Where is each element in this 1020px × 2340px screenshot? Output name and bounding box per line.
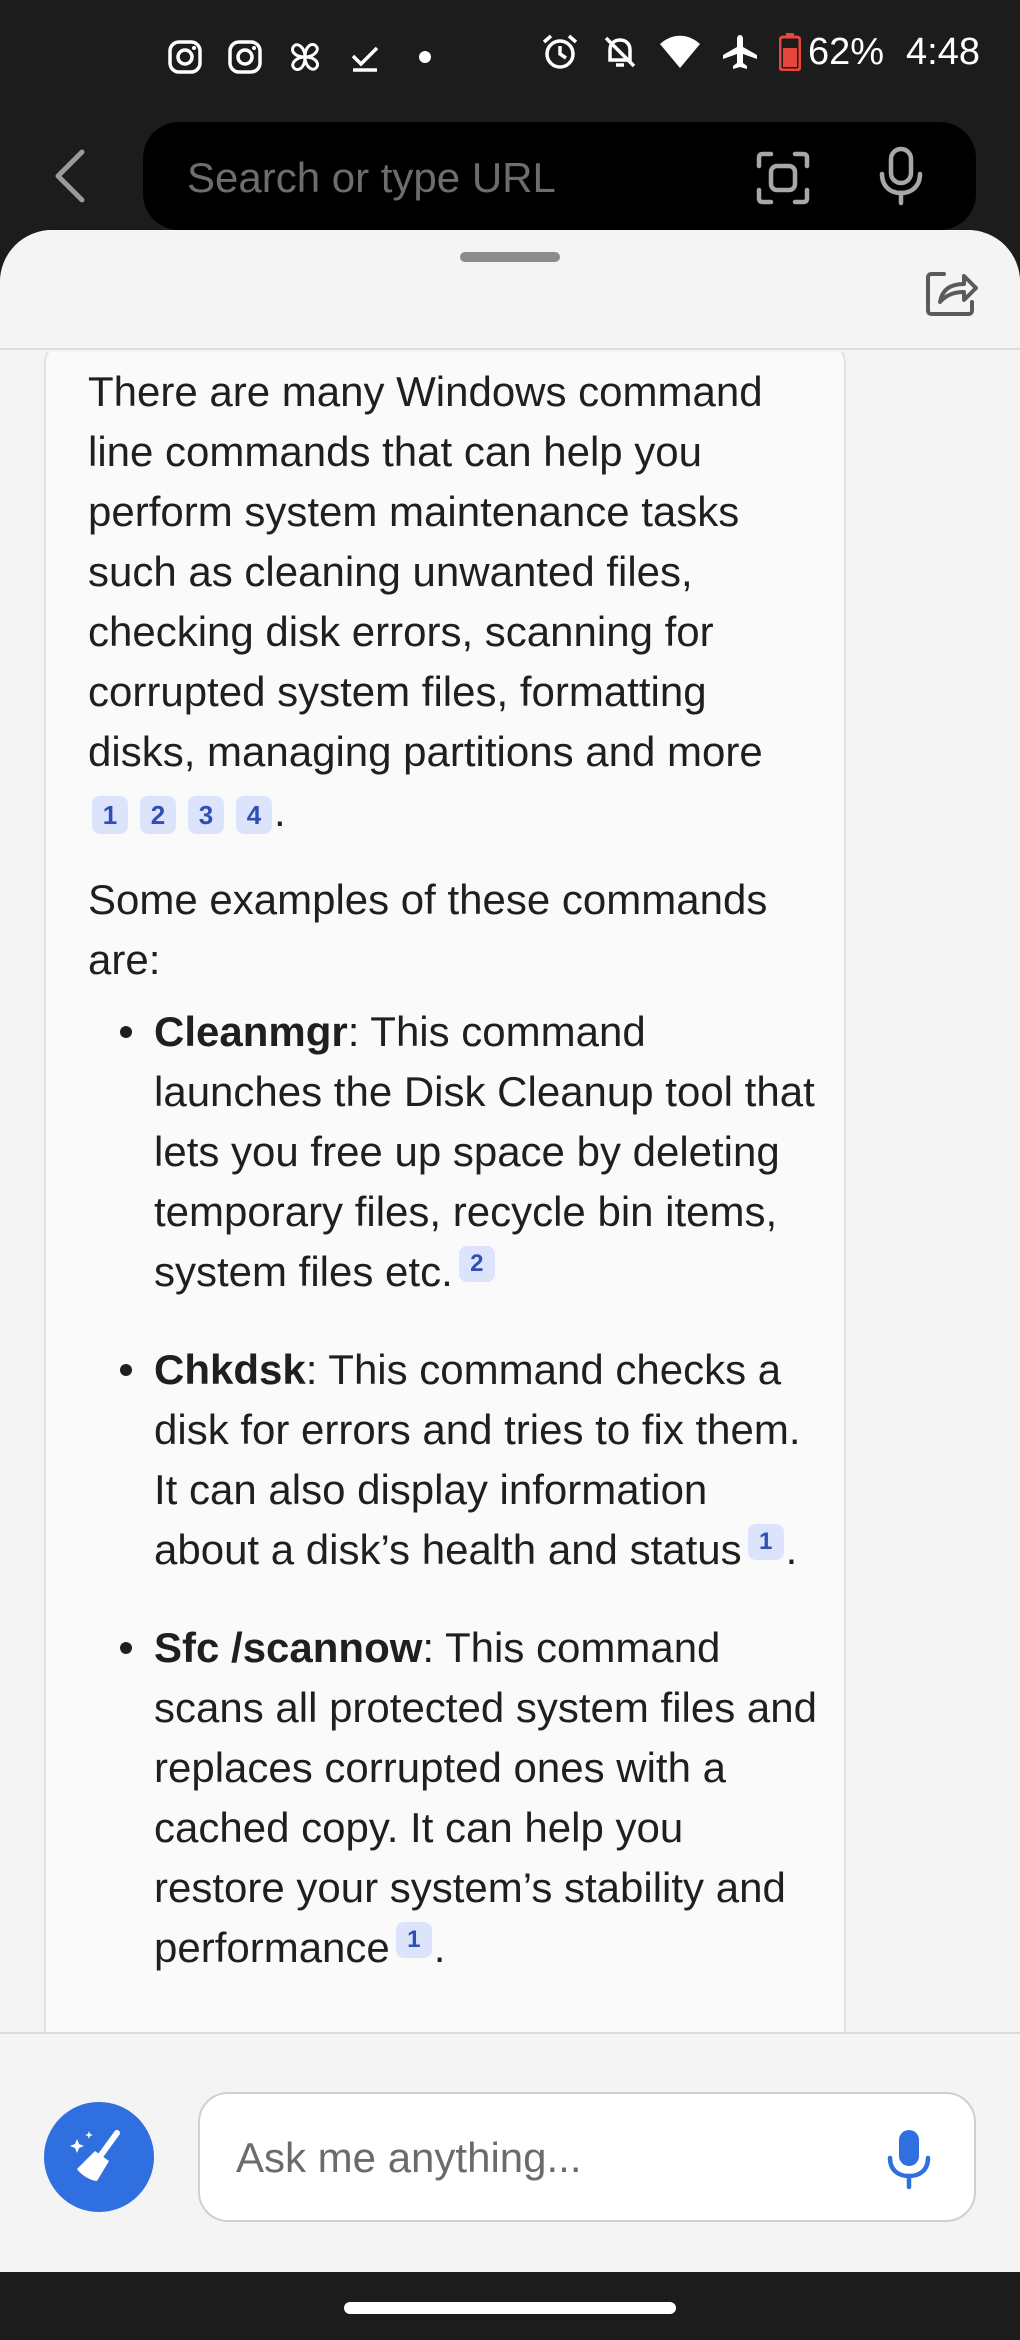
airplane-icon [718,30,762,74]
citation-badge[interactable]: 2 [458,1246,495,1282]
system-icons: 62% 4:48 [538,30,980,74]
chat-scroll-area[interactable]: There are many Windows command line comm… [0,352,1020,2262]
command-name: Cleanmgr [154,1008,348,1055]
alarm-icon [538,30,582,74]
intro-paragraph: There are many Windows command line comm… [88,362,818,842]
pinwheel-icon [284,36,326,78]
microphone-icon[interactable] [884,2128,934,2190]
checkmark-icon [344,36,386,78]
intro-text: There are many Windows command line comm… [88,368,763,775]
chevron-left-icon [55,149,85,203]
examples-heading: Some examples of these commands are: [88,876,768,983]
chat-input-bar: Ask me anything... [0,2032,1020,2272]
period: . [274,788,286,835]
response-body: There are many Windows command line comm… [88,362,818,2016]
instagram-icon [164,36,206,78]
period: . [785,1526,798,1573]
scan-icon[interactable] [755,150,811,206]
broom-icon [70,2130,120,2181]
wifi-icon [658,30,702,74]
status-bar: 62% 4:48 [0,0,1020,118]
new-topic-button[interactable] [44,2102,154,2212]
citation-badge[interactable]: 2 [140,795,176,834]
period: . [433,1924,446,1971]
sheet-header [0,230,1020,350]
notification-icons [164,36,446,78]
ask-input[interactable]: Ask me anything... [198,2092,976,2222]
back-button[interactable] [40,146,100,206]
list-item: Sfc /scannow: This command scans all pro… [88,1618,818,1978]
command-name: Chkdsk [154,1346,306,1393]
chat-sheet: There are many Windows command line comm… [0,230,1020,2275]
clock: 4:48 [906,30,980,73]
browser-toolbar: Search or type URL [0,118,1020,238]
url-bar[interactable]: Search or type URL [143,122,976,230]
citation-badge[interactable]: 3 [188,795,224,834]
system-nav-bar [0,2272,1020,2340]
ask-placeholder: Ask me anything... [236,2134,582,2181]
battery-percent: 62% [807,30,885,73]
list-item: Cleanmgr: This command launches the Disk… [88,1002,818,1302]
drag-handle[interactable] [460,252,560,262]
citation-badge[interactable]: 4 [236,795,272,834]
share-icon[interactable] [924,264,980,320]
response-card: There are many Windows command line comm… [44,352,846,2262]
battery-icon [778,30,802,74]
microphone-icon[interactable] [873,146,929,206]
dot-icon [404,36,446,78]
command-description: : This command scans all protected syste… [154,1624,817,1971]
list-item: Chkdsk: This command checks a disk for e… [88,1340,818,1580]
citation-badge[interactable]: 1 [395,1922,432,1958]
instagram-icon [224,36,266,78]
command-name: Sfc /scannow [154,1624,423,1671]
mute-icon [598,30,642,74]
url-placeholder: Search or type URL [187,154,556,201]
citation-badge[interactable]: 1 [92,795,128,834]
citation-badge[interactable]: 1 [747,1524,784,1560]
command-list: Cleanmgr: This command launches the Disk… [88,1002,818,1978]
home-gesture-bar[interactable] [344,2302,676,2314]
